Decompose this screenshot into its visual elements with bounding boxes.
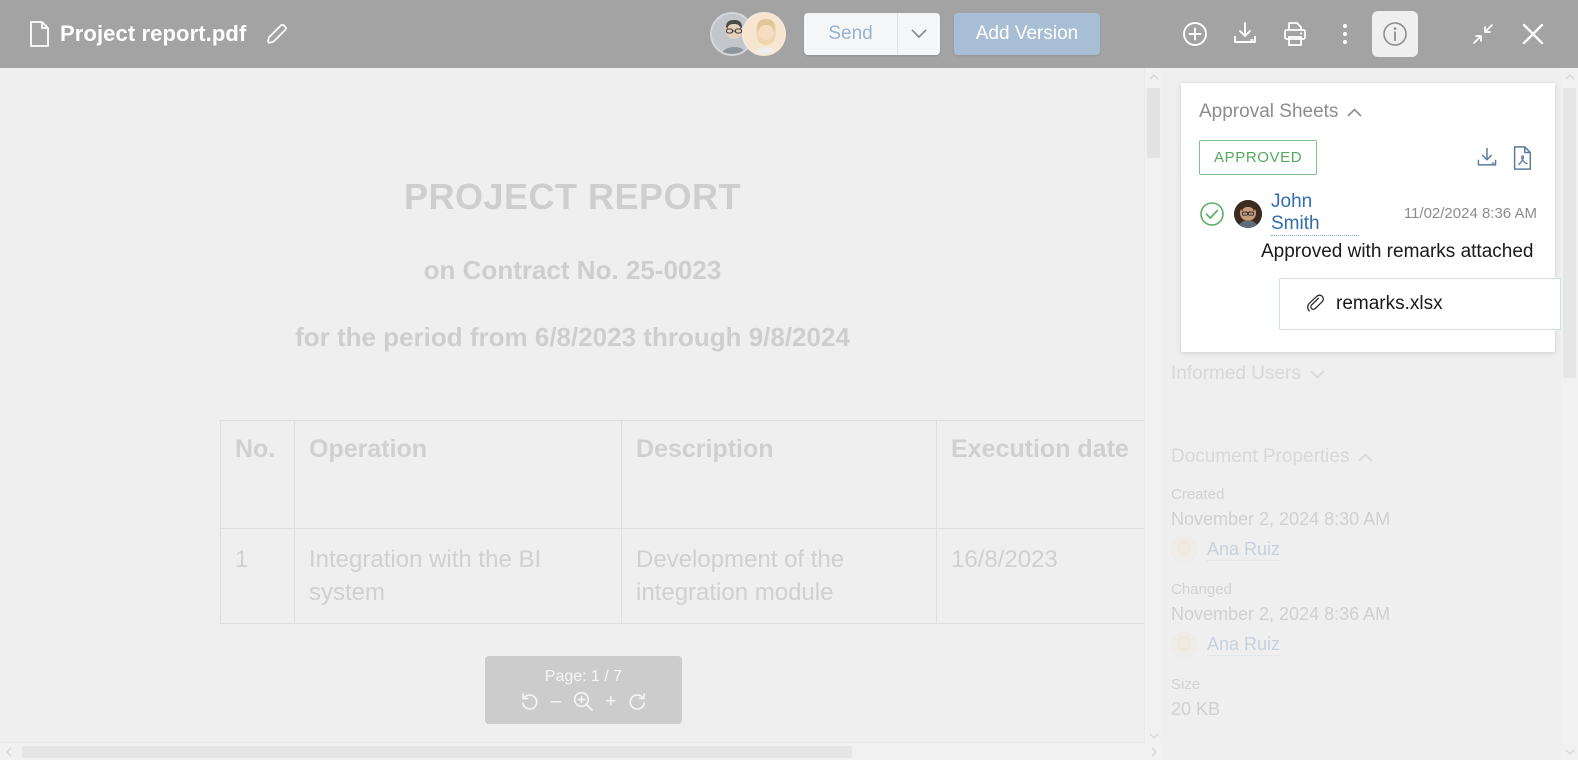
vertical-scroll-thumb[interactable] <box>1147 88 1160 158</box>
scroll-up-arrow-icon[interactable] <box>1561 68 1578 85</box>
size-value: 20 KB <box>1171 699 1221 719</box>
scroll-left-arrow-icon[interactable] <box>0 743 17 760</box>
cell-operation: Integration with the BI system <box>294 527 622 625</box>
created-value: November 2, 2024 8:30 AM <box>1171 509 1391 529</box>
scroll-down-arrow-icon[interactable] <box>1145 727 1162 744</box>
paperclip-icon <box>1304 292 1324 317</box>
approval-timestamp: 11/02/2024 8:36 AM <box>1403 205 1537 222</box>
page-tools: – + <box>520 690 648 712</box>
rotate-left-icon[interactable] <box>520 691 540 711</box>
changed-label: Changed <box>1171 581 1232 598</box>
zoom-in-icon[interactable]: + <box>605 692 616 711</box>
cell-no: 1 <box>220 527 295 625</box>
close-icon[interactable] <box>1510 11 1556 57</box>
print-icon[interactable] <box>1272 11 1318 57</box>
scroll-up-arrow-icon[interactable] <box>1145 68 1162 85</box>
rotate-right-icon[interactable] <box>627 691 647 711</box>
zoom-out-icon[interactable]: – <box>551 692 562 711</box>
scroll-right-arrow-icon[interactable] <box>1145 743 1162 760</box>
column-header-operation: Operation <box>294 420 622 529</box>
top-toolbar: Project report.pdf Send Add Version <box>0 0 1578 68</box>
sidebar-vertical-scrollbar[interactable] <box>1561 68 1578 760</box>
created-label: Created <box>1171 486 1225 503</box>
send-button[interactable]: Send <box>804 13 898 55</box>
export-pdf-icon[interactable] <box>1511 145 1533 170</box>
table-header-row: No. Operation Description Execution date <box>220 420 1162 529</box>
magnifier-icon[interactable] <box>572 690 594 712</box>
operations-table: No. Operation Description Execution date… <box>220 420 1162 625</box>
cell-description: Development of the integration module <box>621 527 937 625</box>
changed-by-user[interactable]: Ana Ruiz <box>1171 632 1551 658</box>
approver-name-link[interactable]: John Smith <box>1271 191 1359 236</box>
pdf-viewer-window: Project report.pdf Send Add Version PROJ… <box>0 0 1578 760</box>
approval-status-row: APPROVED <box>1199 140 1537 175</box>
document-period: for the period from 6/8/2023 through 9/8… <box>295 322 850 352</box>
avatar <box>1234 199 1262 228</box>
cell-execution-date: 16/8/2023 <box>936 527 1162 625</box>
size-label: Size <box>1171 676 1201 693</box>
status-badge[interactable]: APPROVED <box>1199 140 1318 175</box>
changed-value: November 2, 2024 8:36 AM <box>1171 604 1391 624</box>
changed-by-name[interactable]: Ana Ruiz <box>1207 634 1281 656</box>
section-document-properties-header[interactable]: Document Properties <box>1171 446 1551 468</box>
approver-row: John Smith 11/02/2024 8:36 AM <box>1199 191 1537 236</box>
scroll-down-arrow-icon[interactable] <box>1561 743 1578 760</box>
toolbar-center-group: Send Add Version <box>710 12 1101 56</box>
section-informed-users[interactable]: Informed Users <box>1171 363 1325 385</box>
document-icon <box>28 21 50 47</box>
horizontal-scroll-thumb[interactable] <box>22 746 852 758</box>
approval-actions <box>1475 145 1537 170</box>
attachment-item[interactable]: remarks.xlsx <box>1279 278 1561 330</box>
attachment-name: remarks.xlsx <box>1336 293 1443 314</box>
avatar <box>1171 632 1197 658</box>
document-page: PROJECT REPORT on Contract No. 25-0023 f… <box>0 68 1162 744</box>
check-circle-icon <box>1199 201 1225 227</box>
column-header-description: Description <box>621 420 937 529</box>
more-options-icon[interactable] <box>1322 11 1368 57</box>
collapse-icon[interactable] <box>1460 11 1506 57</box>
page-title: Project report.pdf <box>60 21 247 46</box>
add-icon[interactable] <box>1172 11 1218 57</box>
column-header-no: No. <box>220 420 295 529</box>
send-button-group: Send <box>804 13 940 55</box>
chevron-down-icon[interactable] <box>897 13 940 55</box>
page-navigation-toolbar: Page: 1 / 7 – + <box>485 656 682 724</box>
created-by-user[interactable]: Ana Ruiz <box>1171 537 1551 563</box>
shared-avatars <box>710 12 787 56</box>
chevron-up-icon[interactable] <box>1358 452 1374 462</box>
toolbar-left-group: Project report.pdf <box>0 21 290 47</box>
info-icon[interactable] <box>1372 11 1418 57</box>
download-icon[interactable] <box>1222 11 1268 57</box>
created-by-name[interactable]: Ana Ruiz <box>1207 539 1281 561</box>
chevron-up-icon[interactable] <box>1347 107 1362 117</box>
section-informed-users-label: Informed Users <box>1171 363 1301 384</box>
table-row: 1 Integration with the BI system Develop… <box>220 527 1162 625</box>
column-header-execution-date: Execution date <box>936 420 1162 529</box>
document-title: PROJECT REPORT <box>403 176 742 217</box>
pencil-icon[interactable] <box>264 21 290 47</box>
avatar-user-2[interactable] <box>742 12 787 56</box>
section-approval-sheets-label: Approval Sheets <box>1199 101 1339 122</box>
page-indicator: Page: 1 / 7 <box>544 668 623 685</box>
document-vertical-scrollbar[interactable] <box>1144 68 1161 744</box>
toolbar-right-group <box>1172 11 1578 57</box>
download-sheet-icon[interactable] <box>1475 146 1499 170</box>
avatar <box>1171 537 1197 563</box>
sidebar-scroll-thumb[interactable] <box>1563 88 1576 378</box>
section-approval-sheets-header[interactable]: Approval Sheets <box>1199 101 1537 123</box>
document-subtitle: on Contract No. 25-0023 <box>423 255 722 285</box>
document-viewport[interactable]: PROJECT REPORT on Contract No. 25-0023 f… <box>0 68 1162 760</box>
section-document-properties: Document Properties Created November 2, … <box>1171 446 1551 720</box>
document-horizontal-scrollbar[interactable] <box>0 742 1162 760</box>
approval-comment: Approved with remarks attached <box>1261 241 1534 262</box>
section-document-properties-label: Document Properties <box>1171 446 1350 467</box>
add-version-button[interactable]: Add Version <box>953 13 1101 55</box>
approval-sheets-card: Approval Sheets APPROVED John Smith 11/0… <box>1181 83 1561 352</box>
chevron-down-icon[interactable] <box>1310 369 1325 379</box>
